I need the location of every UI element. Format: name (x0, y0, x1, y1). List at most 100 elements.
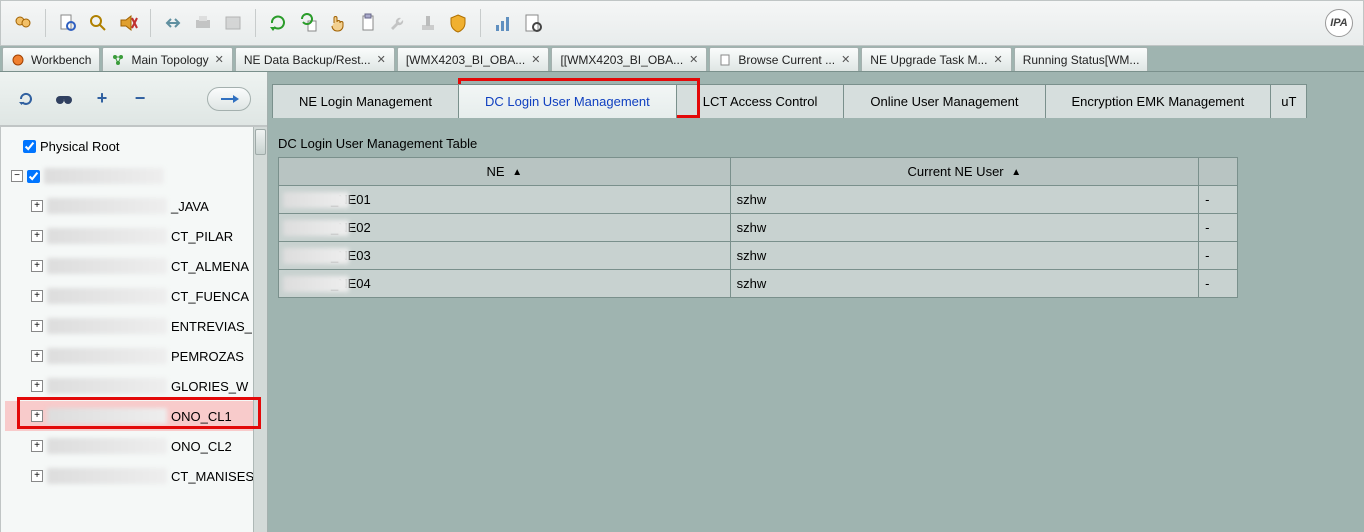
root-checkbox[interactable] (23, 140, 36, 153)
binoculars-icon[interactable] (54, 89, 74, 109)
branch-checkbox[interactable] (27, 170, 40, 183)
close-icon[interactable]: ✕ (377, 53, 386, 66)
col-extra[interactable] (1199, 158, 1238, 186)
cycle-doc-icon[interactable] (296, 11, 320, 35)
tab-running-status[interactable]: Running Status[WM... (1014, 47, 1149, 71)
document-tabs: Workbench Main Topology ✕ NE Data Backup… (0, 46, 1364, 72)
tree-item[interactable]: + ENTREVIAS_ (5, 311, 267, 341)
tree-item[interactable]: +ONO_CL2 (5, 431, 267, 461)
tree-item[interactable]: + CT_FUENCA (5, 281, 267, 311)
search-icon[interactable] (86, 11, 110, 35)
inner-tab-bar: NE Login Management DC Login User Manage… (268, 72, 1364, 120)
tree-item-suffix: CT_PILAR (171, 229, 233, 244)
close-icon[interactable]: ✕ (841, 53, 850, 66)
table-row[interactable]: _NE01szhw- (279, 186, 1238, 214)
inner-tab-lct[interactable]: LCT Access Control (676, 84, 845, 118)
window-icon (221, 11, 245, 35)
tab-wmx-2[interactable]: [[WMX4203_BI_OBA... ✕ (551, 47, 707, 71)
table-row[interactable]: _NE02szhw- (279, 214, 1238, 242)
expand-toggle[interactable]: + (31, 410, 43, 422)
tree-branch[interactable]: − (5, 161, 267, 191)
brush-icon (416, 11, 440, 35)
tab-wmx-1[interactable]: [WMX4203_BI_OBA... ✕ (397, 47, 550, 71)
expand-toggle[interactable]: + (31, 230, 43, 242)
expand-toggle[interactable]: + (31, 200, 43, 212)
left-toolbar: + − (0, 72, 267, 126)
expand-toggle[interactable]: + (31, 470, 43, 482)
go-button[interactable] (207, 87, 251, 111)
tab-label: [WMX4203_BI_OBA... (406, 53, 525, 67)
redacted-label (47, 438, 167, 454)
hand-icon[interactable] (326, 11, 350, 35)
expand-toggle[interactable]: + (31, 440, 43, 452)
tree-item[interactable]: + CT_ALMENA (5, 251, 267, 281)
chart-icon[interactable] (491, 11, 515, 35)
expand-icon[interactable]: + (92, 89, 112, 109)
redacted-label (47, 468, 167, 484)
clipboard-icon[interactable] (356, 11, 380, 35)
inner-tab-online-user[interactable]: Online User Management (843, 84, 1045, 118)
tab-label: [[WMX4203_BI_OBA... (560, 53, 683, 67)
tab-main-topology[interactable]: Main Topology ✕ (102, 47, 232, 71)
redacted-label (47, 408, 167, 424)
table-row[interactable]: _NE04szhw- (279, 270, 1238, 298)
collapse-icon[interactable]: − (130, 89, 150, 109)
tree-item[interactable]: +CT_MANISES (5, 461, 267, 491)
inner-tab-ne-login[interactable]: NE Login Management (272, 84, 459, 118)
table-row[interactable]: _NE03szhw- (279, 242, 1238, 270)
expand-toggle[interactable]: + (31, 260, 43, 272)
col-ne[interactable]: NE ▲ (279, 158, 731, 186)
tree-root-label: Physical Root (40, 139, 119, 154)
inner-tab-ut[interactable]: uT (1270, 84, 1307, 118)
tree-view[interactable]: Physical Root − +_JAVA+CT_PILAR+CT_ALMEN… (0, 126, 267, 532)
cell-extra: - (1199, 242, 1238, 270)
arrows-icon[interactable] (161, 11, 185, 35)
tree-item[interactable]: + GLORIES_W (5, 371, 267, 401)
close-icon[interactable]: ✕ (689, 53, 698, 66)
tab-ne-upgrade[interactable]: NE Upgrade Task M... ✕ (861, 47, 1011, 71)
tree-item-suffix: GLORIES_W (171, 379, 248, 394)
cell-extra: - (1199, 214, 1238, 242)
col-user[interactable]: Current NE User ▲ (730, 158, 1199, 186)
inner-tab-emk[interactable]: Encryption EMK Management (1045, 84, 1272, 118)
expand-toggle[interactable]: + (31, 350, 43, 362)
doc-icon (718, 53, 732, 67)
tab-workbench[interactable]: Workbench (2, 47, 100, 71)
tree-scrollbar[interactable] (253, 127, 267, 532)
tree-item-suffix: ENTREVIAS_ (171, 319, 252, 334)
ipa-badge[interactable]: IPA (1325, 9, 1353, 37)
tree-item[interactable]: +_JAVA (5, 191, 267, 221)
inspect-doc-icon[interactable] (521, 11, 545, 35)
users-icon[interactable] (11, 11, 35, 35)
tab-label: Main Topology (131, 53, 208, 67)
refresh-icon[interactable] (16, 89, 36, 109)
tree-item-suffix: CT_FUENCA (171, 289, 249, 304)
inner-tab-dc-login[interactable]: DC Login User Management (458, 84, 677, 118)
main-toolbar: IPA (0, 0, 1364, 46)
expand-toggle[interactable]: + (31, 290, 43, 302)
collapse-toggle[interactable]: − (11, 170, 23, 182)
tab-browse-current[interactable]: Browse Current ... ✕ (709, 47, 859, 71)
tree-item[interactable]: + CT_PILAR (5, 221, 267, 251)
expand-toggle[interactable]: + (31, 320, 43, 332)
redacted-label (47, 288, 167, 304)
redacted-label (47, 258, 167, 274)
cycle-green-icon[interactable] (266, 11, 290, 35)
close-icon[interactable]: ✕ (531, 53, 540, 66)
find-doc-icon[interactable] (56, 11, 80, 35)
close-icon[interactable]: ✕ (993, 53, 1002, 66)
redacted-label (44, 168, 164, 184)
globe-icon (11, 53, 25, 67)
tree-item-suffix: ONO_CL1 (171, 409, 232, 424)
close-icon[interactable]: ✕ (215, 53, 224, 66)
expand-toggle[interactable]: + (31, 380, 43, 392)
tree-item[interactable]: +PEMROZAS (5, 341, 267, 371)
tree-item-suffix: CT_ALMENA (171, 259, 249, 274)
tab-label: NE Data Backup/Rest... (244, 53, 371, 67)
tab-ne-backup[interactable]: NE Data Backup/Rest... ✕ (235, 47, 395, 71)
dc-login-table: NE ▲ Current NE User ▲ _NE01szhw-_NE02sz… (278, 157, 1238, 298)
mute-icon[interactable] (116, 11, 140, 35)
tree-root[interactable]: Physical Root (5, 131, 267, 161)
shield-icon[interactable] (446, 11, 470, 35)
tree-item[interactable]: + ONO_CL1 (5, 401, 267, 431)
